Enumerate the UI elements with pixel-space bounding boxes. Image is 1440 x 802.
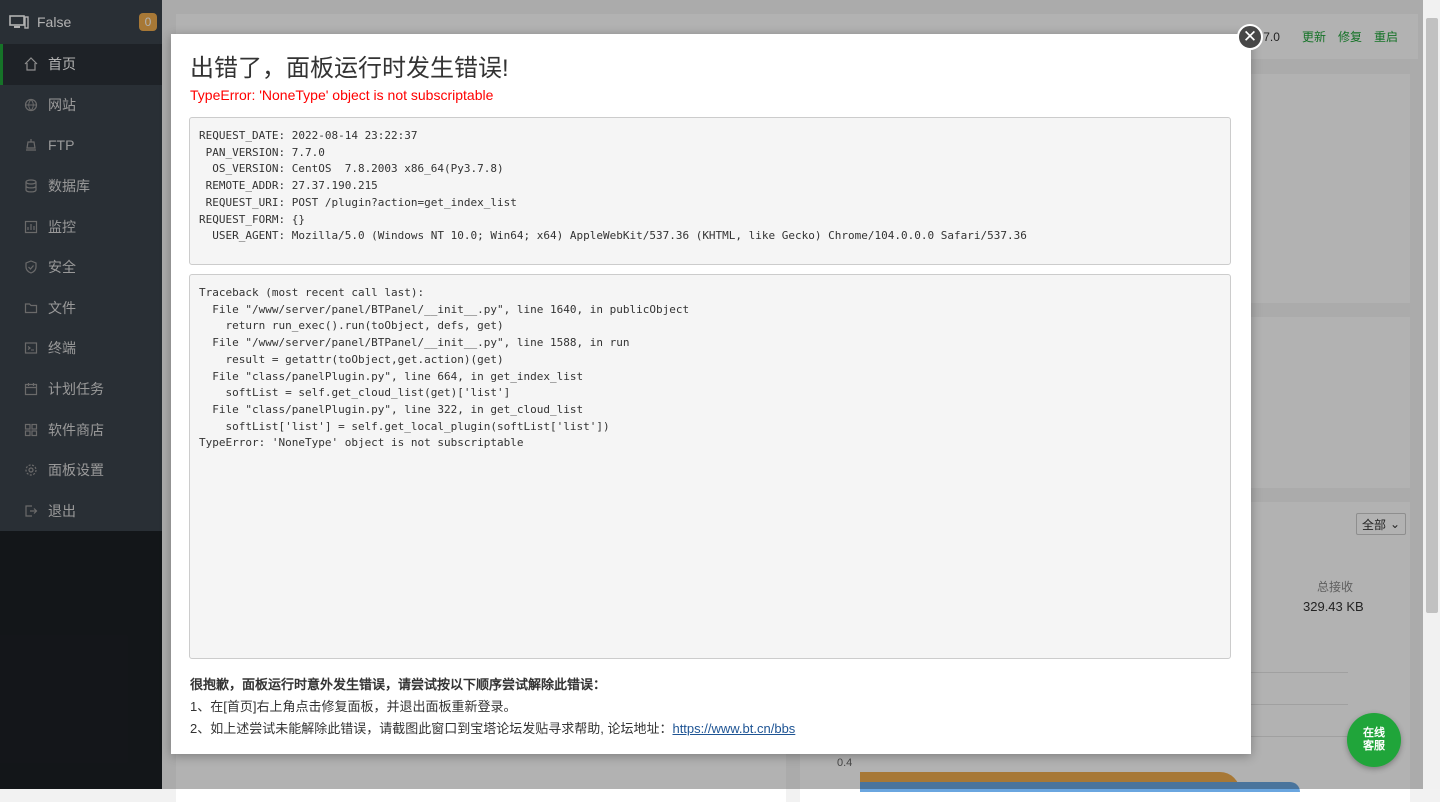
help-step-2: 2、如上述尝试未能解除此错误，请截图此窗口到宝塔论坛发贴寻求帮助, 论坛地址：h… <box>190 718 795 740</box>
service-line-2: 客服 <box>1363 740 1385 752</box>
forum-link[interactable]: https://www.bt.cn/bbs <box>672 721 795 736</box>
help-title: 很抱歉，面板运行时意外发生错误，请尝试按以下顺序尝试解除此错误： <box>190 677 607 692</box>
dialog-title: 出错了，面板运行时发生错误! <box>190 55 509 82</box>
service-line-1: 在线 <box>1363 727 1385 739</box>
close-button[interactable]: ✕ <box>1237 24 1263 50</box>
help-step-1: 1、在[首页]右上角点击修复面板，并退出面板重新登录。 <box>190 699 517 714</box>
help-section: 很抱歉，面板运行时意外发生错误，请尝试按以下顺序尝试解除此错误： 1、在[首页]… <box>190 674 795 740</box>
scrollbar-thumb[interactable] <box>1426 18 1438 613</box>
scrollbar-track[interactable] <box>1423 0 1440 789</box>
help-step-2-text: 2、如上述尝试未能解除此错误，请截图此窗口到宝塔论坛发贴寻求帮助, 论坛地址： <box>190 721 673 736</box>
request-info-box: REQUEST_DATE: 2022-08-14 23:22:37 PAN_VE… <box>189 117 1231 265</box>
close-icon: ✕ <box>1242 27 1258 46</box>
traceback-box: Traceback (most recent call last): File … <box>189 274 1231 659</box>
error-dialog: 出错了，面板运行时发生错误! TypeError: 'NoneType' obj… <box>171 34 1251 754</box>
online-service-button[interactable]: 在线 客服 <box>1347 713 1401 767</box>
error-message: TypeError: 'NoneType' object is not subs… <box>190 87 494 103</box>
